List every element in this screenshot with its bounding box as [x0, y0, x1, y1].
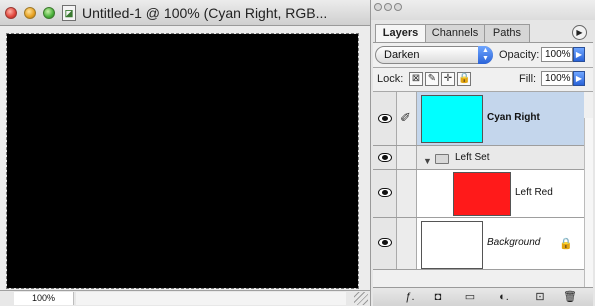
new-layer-icon[interactable]: ⊡	[531, 290, 549, 305]
zoom-window-icon[interactable]	[43, 7, 55, 19]
layer-thumbnail[interactable]	[421, 95, 483, 143]
layer-name[interactable]: Left Red	[515, 187, 553, 198]
paintbrush-icon: ✐	[400, 110, 411, 125]
link-cell[interactable]	[397, 218, 417, 269]
palette-zoom-icon[interactable]	[394, 3, 402, 11]
palette-body: Darken ▲ ▼ Opacity: 100% ▶ Lock: ⊠ ✎ ✛ 🔒 …	[373, 42, 593, 306]
close-window-icon[interactable]	[5, 7, 17, 19]
palette-titlebar[interactable]	[371, 0, 595, 20]
tab-channels[interactable]: Channels	[425, 24, 485, 42]
document-title: Untitled-1 @ 100% (Cyan Right, RGB...	[82, 5, 328, 21]
layers-scrollbar[interactable]	[584, 118, 593, 306]
layer-set-name[interactable]: Left Set	[455, 152, 489, 163]
layer-row-cyan-right[interactable]: ✐ Cyan Right	[373, 92, 584, 146]
eye-icon[interactable]	[378, 188, 392, 197]
layer-row-background[interactable]: Background 🔒	[373, 218, 584, 270]
expand-triangle-icon[interactable]: ▼	[423, 156, 432, 166]
eye-icon[interactable]	[378, 114, 392, 123]
divider	[373, 67, 593, 68]
layer-thumbnail[interactable]	[453, 172, 511, 216]
layer-thumbnail[interactable]	[421, 221, 483, 269]
lock-transparent-icon[interactable]: ⊠	[409, 72, 423, 86]
opacity-label: Opacity:	[499, 49, 540, 61]
palette-close-icon[interactable]	[374, 3, 382, 11]
minimize-window-icon[interactable]	[24, 7, 36, 19]
layers-palette: Layers Channels Paths ▶ Darken ▲ ▼ Opacit…	[370, 0, 595, 306]
fill-label: Fill:	[519, 73, 537, 85]
layer-row-left-set[interactable]: ▼ Left Set	[373, 146, 584, 170]
eye-icon[interactable]	[378, 238, 392, 247]
lock-image-icon[interactable]: ✎	[425, 72, 439, 86]
document-status-bar: 100%	[0, 290, 370, 306]
folder-icon	[435, 154, 449, 164]
visibility-cell[interactable]	[373, 218, 397, 269]
lock-icon: 🔒	[559, 238, 573, 250]
link-cell[interactable]: ✐	[397, 92, 417, 145]
new-set-folder-icon[interactable]: ▭	[461, 290, 479, 305]
lock-position-icon[interactable]: ✛	[441, 72, 455, 86]
palette-button-bar: ƒ. ◘ ▭ ◐. ⊡ 🗑	[373, 287, 593, 306]
visibility-cell[interactable]	[373, 92, 397, 145]
fill-slider-arrow-icon[interactable]: ▶	[573, 71, 585, 86]
adjustment-layer-icon[interactable]: ◐.	[495, 290, 513, 305]
document-titlebar[interactable]: ◪ Untitled-1 @ 100% (Cyan Right, RGB...	[0, 0, 370, 26]
layer-row-left-red[interactable]: Left Red	[373, 170, 584, 218]
palette-minimize-icon[interactable]	[384, 3, 392, 11]
horizontal-scrollbar[interactable]	[76, 292, 346, 305]
visibility-cell[interactable]	[373, 146, 397, 169]
layer-mask-icon[interactable]: ◘	[429, 290, 447, 305]
layer-style-icon[interactable]: ƒ.	[401, 290, 419, 305]
link-cell[interactable]	[397, 146, 417, 169]
blend-mode-value: Darken	[384, 49, 420, 61]
eye-icon[interactable]	[378, 153, 392, 162]
layer-name[interactable]: Background	[487, 237, 540, 248]
lock-label: Lock:	[377, 73, 404, 85]
fill-field[interactable]: 100%	[541, 71, 573, 86]
opacity-slider-arrow-icon[interactable]: ▶	[573, 47, 585, 62]
blend-mode-select[interactable]: Darken ▲ ▼	[375, 46, 493, 64]
visibility-cell[interactable]	[373, 170, 397, 217]
palette-menu-icon[interactable]: ▶	[572, 25, 587, 40]
lock-all-icon[interactable]: 🔒	[457, 72, 471, 86]
trash-icon[interactable]: 🗑	[561, 290, 579, 305]
link-cell[interactable]	[397, 170, 417, 217]
updown-arrows-icon: ▲ ▼	[478, 46, 493, 64]
opacity-field[interactable]: 100%	[541, 47, 573, 62]
resize-grip[interactable]	[354, 292, 368, 305]
tab-paths[interactable]: Paths	[484, 24, 530, 42]
document-window: ◪ Untitled-1 @ 100% (Cyan Right, RGB... …	[0, 0, 370, 306]
document-proxy-icon[interactable]: ◪	[62, 5, 76, 21]
image-canvas[interactable]	[6, 33, 359, 289]
tab-layers[interactable]: Layers	[375, 24, 426, 43]
zoom-level-field[interactable]: 100%	[14, 292, 74, 305]
layer-name[interactable]: Cyan Right	[487, 112, 540, 123]
